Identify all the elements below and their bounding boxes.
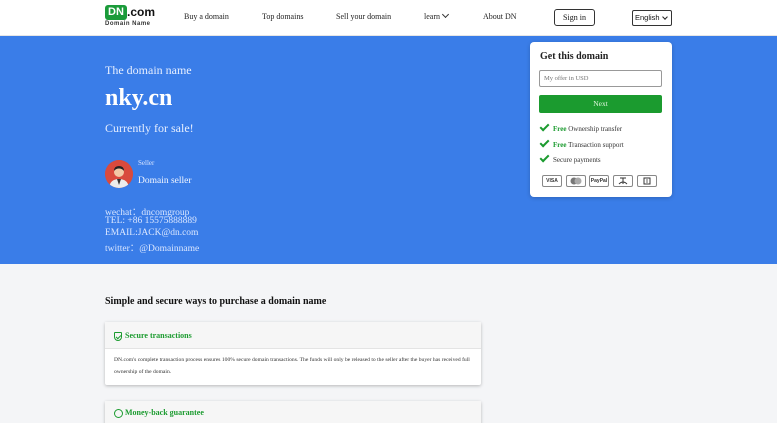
check-icon (539, 152, 550, 163)
panel-header: Money-back guarantee (105, 401, 481, 423)
nav-top-domains[interactable]: Top domains (262, 12, 303, 21)
feature-text: Transaction support (566, 141, 624, 149)
contact-email: EMAIL:JACK@dn.com (105, 228, 199, 238)
logo-badge: DN (105, 5, 127, 20)
offer-input[interactable] (539, 70, 662, 87)
nav-buy-domain[interactable]: Buy a domain (184, 12, 229, 21)
paypal-icon: PayPal (589, 175, 609, 187)
feature-free-tag: Free (553, 141, 567, 149)
panel-title: Money-back guarantee (125, 408, 204, 417)
section-title: Simple and secure ways to purchase a dom… (105, 296, 327, 307)
contact-twitter: twitter：@Domainname (105, 244, 200, 254)
top-navbar: DN .com Domain Name Buy a domain Top dom… (0, 0, 777, 36)
feature-text: Secure payments (553, 156, 601, 164)
feature-free-tag: Free (553, 125, 567, 133)
logo-com: .com (127, 5, 156, 19)
next-button[interactable]: Next (539, 95, 662, 113)
hero-lead: The domain name (105, 63, 192, 77)
feature-ownership-transfer: Free Ownership transfer (539, 121, 623, 133)
contact-phone: TEL: +86 15575888889 (105, 216, 197, 226)
panel-header: Secure transactions (105, 322, 481, 349)
dn-logo[interactable]: DN .com Domain Name (105, 5, 155, 29)
feature-text: Ownership transfer (566, 125, 623, 133)
nav-sell-domain[interactable]: Sell your domain (336, 12, 391, 21)
chevron-down-icon (662, 14, 668, 20)
wechat-pay-icon (637, 175, 657, 187)
panel-description: DN.com's complete transaction process en… (114, 357, 470, 375)
seller-avatar (105, 160, 133, 188)
visa-icon: VISA (542, 175, 562, 187)
check-icon (539, 121, 550, 132)
chevron-down-icon (441, 10, 450, 19)
sale-status: Currently for sale! (105, 121, 194, 135)
feature-transaction-support: Free Transaction support (539, 137, 624, 149)
money-back-panel: Money-back guarantee (105, 401, 481, 423)
get-domain-card: Get this domain Next Free Ownership tran… (530, 42, 672, 197)
language-value: English (635, 13, 660, 22)
feature-secure-payments: Secure payments (539, 152, 601, 164)
alipay-icon (613, 175, 633, 187)
seller-label: Seller (138, 159, 155, 167)
nav-learn[interactable]: learn (424, 10, 450, 21)
panel-title: Secure transactions (125, 331, 192, 340)
check-icon (539, 137, 550, 148)
money-back-icon (114, 409, 123, 418)
shield-check-icon (114, 332, 122, 341)
card-title: Get this domain (540, 51, 609, 62)
secure-transactions-panel: Secure transactions DN.com's complete tr… (105, 322, 481, 385)
nav-learn-label: learn (424, 12, 440, 21)
mastercard-icon (566, 175, 586, 187)
seller-name: Domain seller (138, 176, 192, 186)
domain-name: nky.cn (105, 85, 173, 111)
language-select[interactable]: English (632, 10, 672, 26)
sign-in-button[interactable]: Sign in (554, 9, 595, 26)
nav-about-dn[interactable]: About DN (483, 12, 517, 21)
person-icon (105, 160, 133, 188)
logo-subtitle: Domain Name (105, 21, 151, 27)
